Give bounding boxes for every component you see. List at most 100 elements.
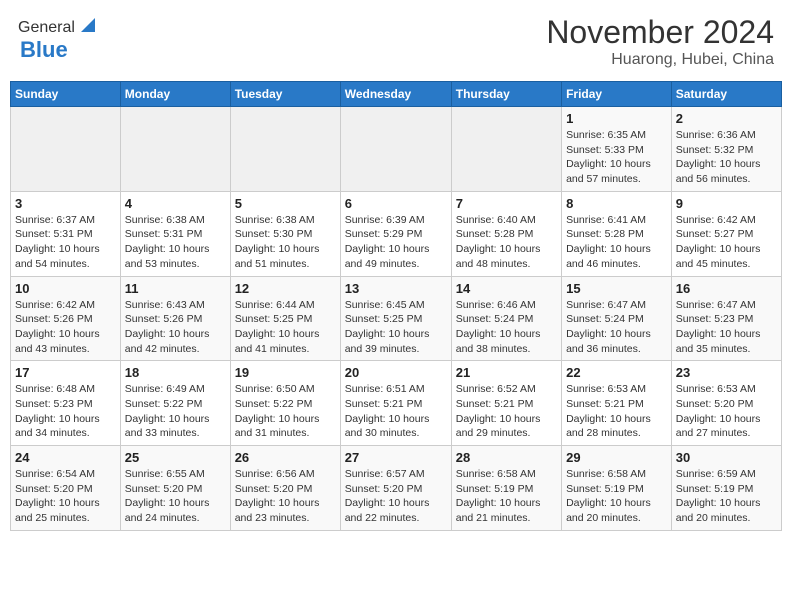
day-number: 13 [345, 281, 447, 296]
day-info: Sunrise: 6:53 AM Sunset: 5:21 PM Dayligh… [566, 382, 667, 441]
day-number: 1 [566, 111, 667, 126]
day-info: Sunrise: 6:59 AM Sunset: 5:19 PM Dayligh… [676, 467, 777, 526]
day-info: Sunrise: 6:38 AM Sunset: 5:31 PM Dayligh… [125, 213, 226, 272]
day-number: 9 [676, 196, 777, 211]
calendar-cell: 19 Sunrise: 6:50 AM Sunset: 5:22 PM Dayli… [230, 361, 340, 446]
day-number: 30 [676, 450, 777, 465]
calendar-cell: 6Sunrise: 6:39 AM Sunset: 5:29 PM Daylig… [340, 191, 451, 276]
day-info: Sunrise: 6:42 AM Sunset: 5:26 PM Dayligh… [15, 298, 116, 357]
day-info: Sunrise: 6:35 AM Sunset: 5:33 PM Dayligh… [566, 128, 667, 187]
day-number: 5 [235, 196, 336, 211]
week-row-5: 24Sunrise: 6:54 AM Sunset: 5:20 PM Dayli… [11, 446, 782, 531]
day-info: Sunrise: 6:53 AM Sunset: 5:20 PM Dayligh… [676, 382, 777, 441]
day-number: 4 [125, 196, 226, 211]
day-info: Sunrise: 6:49 AM Sunset: 5:22 PM Dayligh… [125, 382, 226, 441]
day-number: 12 [235, 281, 336, 296]
day-info: Sunrise: 6:46 AM Sunset: 5:24 PM Dayligh… [456, 298, 557, 357]
calendar-cell [230, 107, 340, 192]
week-row-2: 3 Sunrise: 6:37 AM Sunset: 5:31 PM Daylig… [11, 191, 782, 276]
day-number: 15 [566, 281, 667, 296]
calendar-cell: 27 Sunrise: 6:57 AM Sunset: 5:20 PM Dayli… [340, 446, 451, 531]
day-info: Sunrise: 6:42 AM Sunset: 5:27 PM Dayligh… [676, 213, 777, 272]
day-info: Sunrise: 6:55 AM Sunset: 5:20 PM Dayligh… [125, 467, 226, 526]
day-number: 23 [676, 365, 777, 380]
calendar-cell: 3 Sunrise: 6:37 AM Sunset: 5:31 PM Daylig… [11, 191, 121, 276]
day-info: Sunrise: 6:50 AM Sunset: 5:22 PM Dayligh… [235, 382, 336, 441]
page-subtitle: Huarong, Hubei, China [546, 51, 774, 69]
day-number: 26 [235, 450, 336, 465]
day-number: 22 [566, 365, 667, 380]
calendar-cell: 24Sunrise: 6:54 AM Sunset: 5:20 PM Dayli… [11, 446, 121, 531]
header-day-wednesday: Wednesday [340, 82, 451, 107]
day-info: Sunrise: 6:58 AM Sunset: 5:19 PM Dayligh… [456, 467, 557, 526]
page-header: General Blue November 2024 Huarong, Hube… [10, 10, 782, 73]
logo: General Blue [18, 14, 99, 63]
day-info: Sunrise: 6:47 AM Sunset: 5:24 PM Dayligh… [566, 298, 667, 357]
header-day-thursday: Thursday [451, 82, 561, 107]
calendar-cell: 21Sunrise: 6:52 AM Sunset: 5:21 PM Dayli… [451, 361, 561, 446]
calendar-cell: 29Sunrise: 6:58 AM Sunset: 5:19 PM Dayli… [562, 446, 672, 531]
calendar-cell: 22 Sunrise: 6:53 AM Sunset: 5:21 PM Dayli… [562, 361, 672, 446]
header-day-friday: Friday [562, 82, 672, 107]
day-number: 25 [125, 450, 226, 465]
day-number: 27 [345, 450, 447, 465]
calendar-header: SundayMondayTuesdayWednesdayThursdayFrid… [11, 82, 782, 107]
calendar-cell: 14 Sunrise: 6:46 AM Sunset: 5:24 PM Dayli… [451, 276, 561, 361]
logo-general-text: General [18, 19, 75, 37]
day-info: Sunrise: 6:57 AM Sunset: 5:20 PM Dayligh… [345, 467, 447, 526]
calendar-cell: 18 Sunrise: 6:49 AM Sunset: 5:22 PM Dayli… [120, 361, 230, 446]
logo-triangle-icon [77, 14, 99, 36]
day-number: 2 [676, 111, 777, 126]
title-block: November 2024 Huarong, Hubei, China [546, 14, 774, 69]
calendar-cell [340, 107, 451, 192]
day-info: Sunrise: 6:37 AM Sunset: 5:31 PM Dayligh… [15, 213, 116, 272]
day-number: 21 [456, 365, 557, 380]
calendar-cell: 10 Sunrise: 6:42 AM Sunset: 5:26 PM Dayli… [11, 276, 121, 361]
calendar-cell [11, 107, 121, 192]
logo-blue-text: Blue [20, 37, 68, 63]
day-info: Sunrise: 6:58 AM Sunset: 5:19 PM Dayligh… [566, 467, 667, 526]
calendar-cell: 5 Sunrise: 6:38 AM Sunset: 5:30 PM Daylig… [230, 191, 340, 276]
calendar-cell: 30 Sunrise: 6:59 AM Sunset: 5:19 PM Dayli… [671, 446, 781, 531]
day-number: 3 [15, 196, 116, 211]
day-number: 17 [15, 365, 116, 380]
day-number: 16 [676, 281, 777, 296]
day-number: 24 [15, 450, 116, 465]
calendar-body: 1 Sunrise: 6:35 AM Sunset: 5:33 PM Daylig… [11, 107, 782, 531]
calendar-cell: 2 Sunrise: 6:36 AM Sunset: 5:32 PM Daylig… [671, 107, 781, 192]
calendar-cell [120, 107, 230, 192]
calendar-cell [451, 107, 561, 192]
week-row-4: 17Sunrise: 6:48 AM Sunset: 5:23 PM Dayli… [11, 361, 782, 446]
calendar-cell: 13Sunrise: 6:45 AM Sunset: 5:25 PM Dayli… [340, 276, 451, 361]
day-number: 18 [125, 365, 226, 380]
day-info: Sunrise: 6:47 AM Sunset: 5:23 PM Dayligh… [676, 298, 777, 357]
calendar-cell: 9 Sunrise: 6:42 AM Sunset: 5:27 PM Daylig… [671, 191, 781, 276]
calendar-cell: 1 Sunrise: 6:35 AM Sunset: 5:33 PM Daylig… [562, 107, 672, 192]
calendar-cell: 11 Sunrise: 6:43 AM Sunset: 5:26 PM Dayli… [120, 276, 230, 361]
day-info: Sunrise: 6:43 AM Sunset: 5:26 PM Dayligh… [125, 298, 226, 357]
calendar-cell: 28 Sunrise: 6:58 AM Sunset: 5:19 PM Dayli… [451, 446, 561, 531]
day-number: 8 [566, 196, 667, 211]
calendar-cell: 15 Sunrise: 6:47 AM Sunset: 5:24 PM Dayli… [562, 276, 672, 361]
calendar-cell: 8Sunrise: 6:41 AM Sunset: 5:28 PM Daylig… [562, 191, 672, 276]
calendar-cell: 23 Sunrise: 6:53 AM Sunset: 5:20 PM Dayli… [671, 361, 781, 446]
calendar-cell: 12Sunrise: 6:44 AM Sunset: 5:25 PM Dayli… [230, 276, 340, 361]
day-number: 7 [456, 196, 557, 211]
header-day-sunday: Sunday [11, 82, 121, 107]
day-info: Sunrise: 6:56 AM Sunset: 5:20 PM Dayligh… [235, 467, 336, 526]
day-info: Sunrise: 6:36 AM Sunset: 5:32 PM Dayligh… [676, 128, 777, 187]
day-info: Sunrise: 6:39 AM Sunset: 5:29 PM Dayligh… [345, 213, 447, 272]
day-info: Sunrise: 6:38 AM Sunset: 5:30 PM Dayligh… [235, 213, 336, 272]
day-number: 14 [456, 281, 557, 296]
week-row-1: 1 Sunrise: 6:35 AM Sunset: 5:33 PM Daylig… [11, 107, 782, 192]
day-number: 11 [125, 281, 226, 296]
calendar-cell: 26 Sunrise: 6:56 AM Sunset: 5:20 PM Dayli… [230, 446, 340, 531]
day-info: Sunrise: 6:40 AM Sunset: 5:28 PM Dayligh… [456, 213, 557, 272]
calendar-cell: 20Sunrise: 6:51 AM Sunset: 5:21 PM Dayli… [340, 361, 451, 446]
day-number: 10 [15, 281, 116, 296]
day-number: 28 [456, 450, 557, 465]
day-number: 19 [235, 365, 336, 380]
header-day-tuesday: Tuesday [230, 82, 340, 107]
calendar-table: SundayMondayTuesdayWednesdayThursdayFrid… [10, 81, 782, 531]
calendar-cell: 16 Sunrise: 6:47 AM Sunset: 5:23 PM Dayli… [671, 276, 781, 361]
